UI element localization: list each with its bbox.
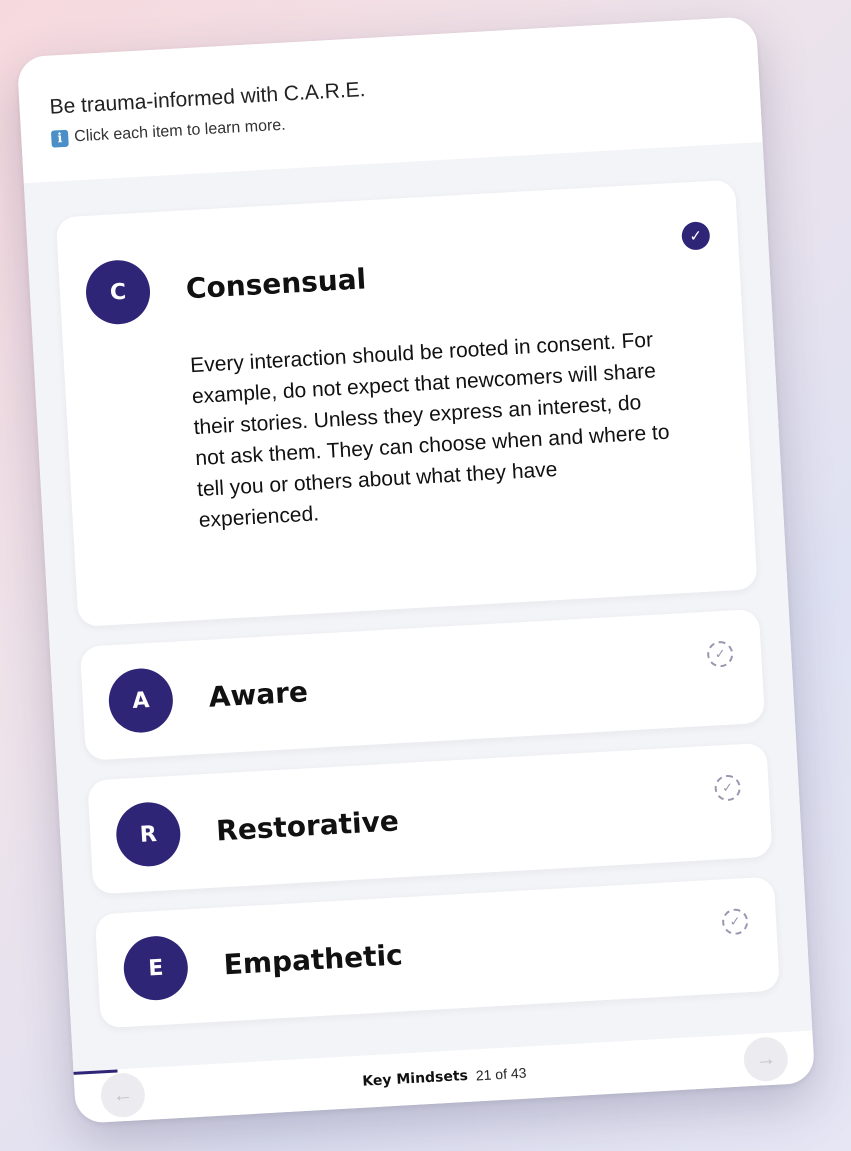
accordion-item-consensual[interactable]: ✓ C Consensual Every interaction should … [55, 179, 758, 627]
hint-text: Click each item to learn more. [73, 116, 287, 146]
item-title: Consensual [185, 261, 367, 305]
accordion-panel: ✓ C Consensual Every interaction should … [23, 141, 813, 1072]
info-icon: i [50, 129, 69, 148]
item-title: Aware [207, 674, 309, 714]
accordion-item-restorative[interactable]: ✓ R Restorative [87, 742, 773, 895]
accordion-item-aware[interactable]: ✓ A Aware [79, 608, 766, 761]
arrow-left-icon[interactable]: ← [99, 1071, 147, 1119]
letter-badge: R [114, 800, 183, 869]
check-incomplete-icon: ✓ [706, 640, 734, 668]
accordion-item-empathetic[interactable]: ✓ E Empathetic [94, 876, 781, 1029]
item-description: Every interaction should be rooted in co… [189, 328, 671, 533]
letter-badge: C [84, 258, 152, 326]
item-title: Empathetic [222, 937, 404, 981]
letter-badge: E [122, 934, 190, 1002]
letter-badge: A [107, 666, 175, 735]
check-incomplete-icon: ✓ [713, 774, 742, 802]
arrow-right-icon[interactable]: → [742, 1036, 790, 1083]
item-title: Restorative [215, 803, 400, 848]
lesson-card: Be trauma-informed with C.A.R.E. i Click… [16, 16, 816, 1124]
check-incomplete-icon: ✓ [721, 908, 749, 936]
section-name: Key Mindsets [361, 1067, 469, 1090]
page-counter: 21 of 43 [475, 1064, 527, 1084]
